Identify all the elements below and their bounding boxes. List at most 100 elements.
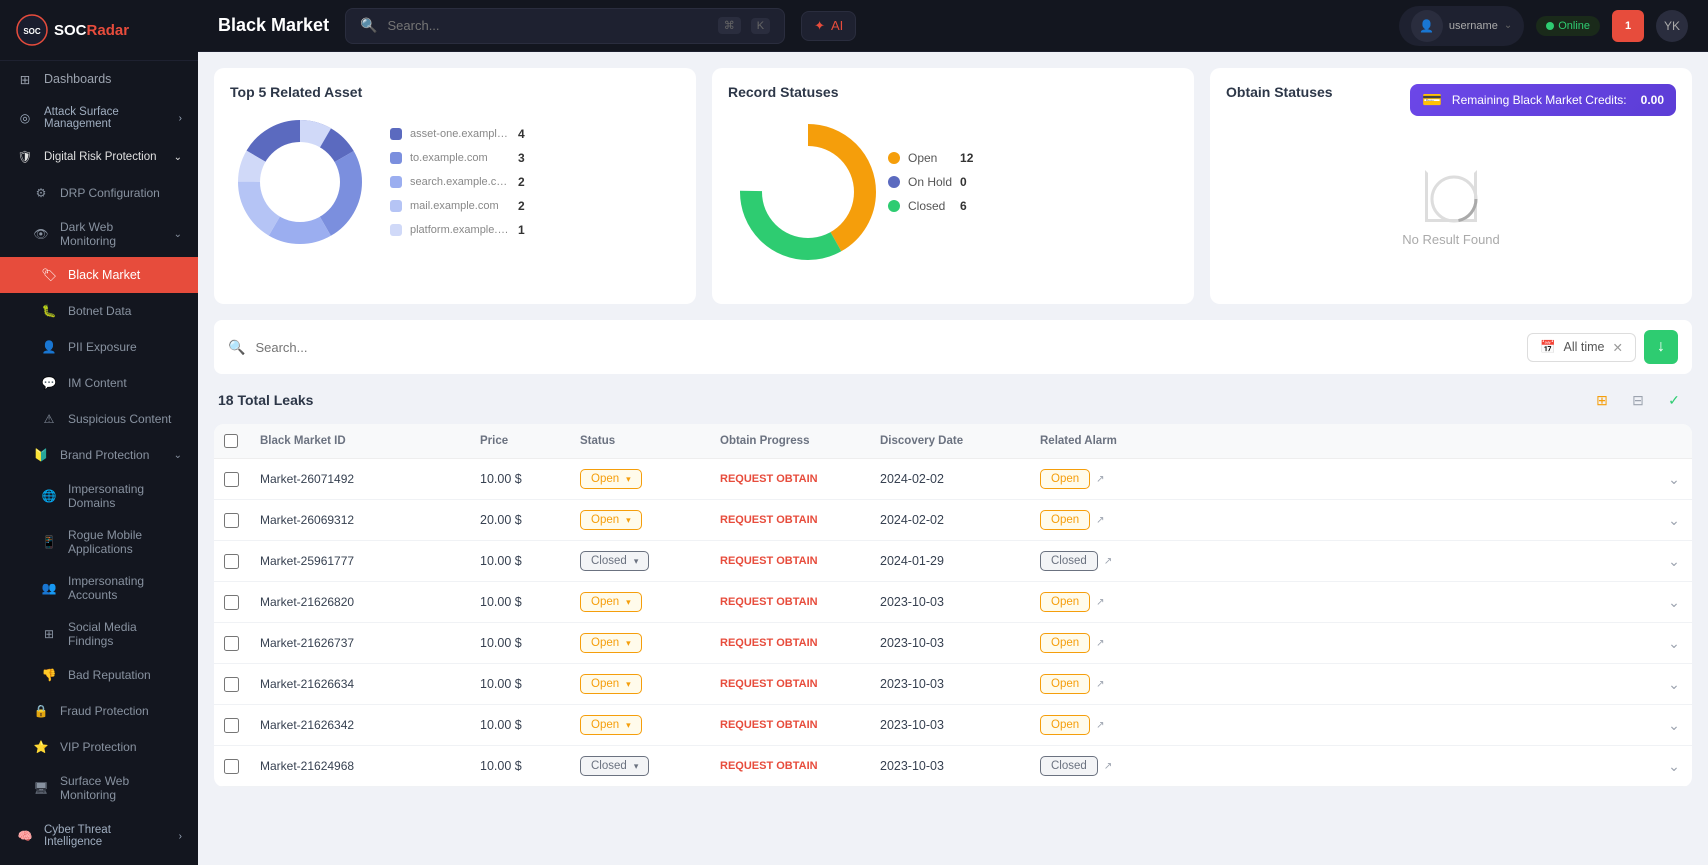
sidebar-item-brand-protection[interactable]: 🔰 Brand Protection ⌄ <box>0 437 198 473</box>
td-expand-2[interactable]: ⌄ <box>1656 553 1692 570</box>
td-alarm-6: Open ↗ <box>1030 715 1656 735</box>
sidebar-item-fraud-protection[interactable]: 🔒 Fraud Protection <box>0 693 198 729</box>
sidebar-item-cyber-threat[interactable]: 🧠 Cyber Threat Intelligence › <box>0 815 198 857</box>
sidebar-item-supply-chain[interactable]: ⛓ Supply Chain Intelligence <box>0 857 198 865</box>
user-avatar-2[interactable]: YK <box>1656 10 1688 42</box>
td-expand-0[interactable]: ⌄ <box>1656 471 1692 488</box>
global-search[interactable]: 🔍 ⌘ K <box>345 8 785 44</box>
logo-area: SOC SOCRadar <box>0 0 198 61</box>
alarm-badge-0[interactable]: Open <box>1040 469 1090 489</box>
td-expand-4[interactable]: ⌄ <box>1656 635 1692 652</box>
th-date: Discovery Date <box>870 434 1030 448</box>
td-obtain-5[interactable]: REQUEST OBTAIN <box>710 678 870 690</box>
row-checkbox-1[interactable] <box>224 513 239 528</box>
status-badge-4[interactable]: Open ▾ <box>580 633 642 653</box>
td-obtain-1[interactable]: REQUEST OBTAIN <box>710 514 870 526</box>
top5-chart-area: asset-one.example.com 4 to.example.com 3… <box>230 112 680 252</box>
td-obtain-0[interactable]: REQUEST OBTAIN <box>710 473 870 485</box>
row-checkbox-3[interactable] <box>224 595 239 610</box>
social-icon: ⊞ <box>40 625 58 643</box>
td-expand-6[interactable]: ⌄ <box>1656 717 1692 734</box>
alarm-link-5[interactable]: ↗ <box>1096 679 1104 690</box>
sidebar-item-digital-risk[interactable]: 🛡 Digital Risk Protection ⌄ <box>0 139 198 175</box>
status-badge-0[interactable]: Open ▾ <box>580 469 642 489</box>
sidebar-item-pii-exposure[interactable]: 👤 PII Exposure <box>0 329 198 365</box>
alarm-link-3[interactable]: ↗ <box>1096 597 1104 608</box>
status-badge-1[interactable]: Open ▾ <box>580 510 642 530</box>
view-btn-check[interactable]: ✓ <box>1660 386 1688 414</box>
time-filter[interactable]: 📅 All time ✕ <box>1527 333 1636 362</box>
clear-filter-icon[interactable]: ✕ <box>1613 340 1623 355</box>
th-obtain: Obtain Progress <box>710 434 870 448</box>
shield-icon: 🛡 <box>16 148 34 166</box>
sidebar-item-bad-reputation[interactable]: 👎 Bad Reputation <box>0 657 198 693</box>
td-expand-1[interactable]: ⌄ <box>1656 512 1692 529</box>
alarm-link-6[interactable]: ↗ <box>1096 720 1104 731</box>
alarm-link-0[interactable]: ↗ <box>1096 474 1104 485</box>
view-btn-grid[interactable]: ⊞ <box>1588 386 1616 414</box>
row-checkbox-4[interactable] <box>224 636 239 651</box>
tag-icon: 🏷 <box>40 266 58 284</box>
notification-button[interactable]: 1 <box>1612 10 1644 42</box>
alarm-badge-6[interactable]: Open <box>1040 715 1090 735</box>
td-date-7: 2023-10-03 <box>870 759 1030 773</box>
status-chevron-0: ▾ <box>626 474 631 485</box>
sidebar-item-impersonating-accounts[interactable]: 👥 Impersonating Accounts <box>0 565 198 611</box>
alarm-badge-5[interactable]: Open <box>1040 674 1090 694</box>
sidebar-item-im-content[interactable]: 💬 IM Content <box>0 365 198 401</box>
sidebar-item-impersonating-domains[interactable]: 🌐 Impersonating Domains <box>0 473 198 519</box>
sidebar-item-black-market[interactable]: 🏷 Black Market <box>0 257 198 293</box>
status-badge-7[interactable]: Closed ▾ <box>580 756 649 776</box>
td-alarm-2: Closed ↗ <box>1030 551 1656 571</box>
alarm-badge-3[interactable]: Open <box>1040 592 1090 612</box>
td-expand-3[interactable]: ⌄ <box>1656 594 1692 611</box>
alarm-badge-2[interactable]: Closed <box>1040 551 1098 571</box>
td-obtain-7[interactable]: REQUEST OBTAIN <box>710 760 870 772</box>
sidebar-item-drp-config[interactable]: ⚙ DRP Configuration <box>0 175 198 211</box>
top5-asset-card: Top 5 Related Asset <box>214 68 696 304</box>
status-badge-6[interactable]: Open ▾ <box>580 715 642 735</box>
td-expand-5[interactable]: ⌄ <box>1656 676 1692 693</box>
td-obtain-3[interactable]: REQUEST OBTAIN <box>710 596 870 608</box>
alarm-badge-4[interactable]: Open <box>1040 633 1090 653</box>
row-checkbox-7[interactable] <box>224 759 239 774</box>
td-alarm-7: Closed ↗ <box>1030 756 1656 776</box>
view-btn-list[interactable]: ⊟ <box>1624 386 1652 414</box>
row-checkbox-2[interactable] <box>224 554 239 569</box>
sidebar-item-dashboards[interactable]: ⊞ Dashboards <box>0 61 198 97</box>
row-checkbox-5[interactable] <box>224 677 239 692</box>
td-obtain-6[interactable]: REQUEST OBTAIN <box>710 719 870 731</box>
sidebar-item-botnet-data[interactable]: 🐛 Botnet Data <box>0 293 198 329</box>
row-checkbox-0[interactable] <box>224 472 239 487</box>
alarm-link-1[interactable]: ↗ <box>1096 515 1104 526</box>
status-badge-2[interactable]: Closed ▾ <box>580 551 649 571</box>
sidebar-item-rogue-mobile[interactable]: 📱 Rogue Mobile Applications <box>0 519 198 565</box>
sidebar-item-attack-surface[interactable]: ◎ Attack Surface Management › <box>0 97 198 139</box>
alarm-badge-1[interactable]: Open <box>1040 510 1090 530</box>
td-obtain-2[interactable]: REQUEST OBTAIN <box>710 555 870 567</box>
ai-button[interactable]: ✦ AI <box>801 11 856 41</box>
status-badge-5[interactable]: Open ▾ <box>580 674 642 694</box>
sidebar-item-surface-web[interactable]: 🖥 Surface Web Monitoring <box>0 765 198 811</box>
status-chevron-4: ▾ <box>626 638 631 649</box>
sidebar-item-social-media[interactable]: ⊞ Social Media Findings <box>0 611 198 657</box>
td-expand-7[interactable]: ⌄ <box>1656 758 1692 775</box>
alarm-link-4[interactable]: ↗ <box>1096 638 1104 649</box>
td-obtain-4[interactable]: REQUEST OBTAIN <box>710 637 870 649</box>
td-alarm-5: Open ↗ <box>1030 674 1656 694</box>
alarm-link-2[interactable]: ↗ <box>1104 556 1112 567</box>
status-badge-3[interactable]: Open ▾ <box>580 592 642 612</box>
export-button[interactable]: ↓ <box>1644 330 1678 364</box>
alarm-link-7[interactable]: ↗ <box>1104 761 1112 772</box>
alarm-badge-7[interactable]: Closed <box>1040 756 1098 776</box>
sidebar-item-suspicious-content[interactable]: ⚠ Suspicious Content <box>0 401 198 437</box>
td-date-6: 2023-10-03 <box>870 718 1030 732</box>
sidebar-item-dark-web[interactable]: 👁 Dark Web Monitoring ⌄ <box>0 211 198 257</box>
legend-item-4: platform.example.com 1 <box>390 223 538 237</box>
select-all-checkbox[interactable] <box>224 434 238 448</box>
row-checkbox-6[interactable] <box>224 718 239 733</box>
search-input[interactable] <box>388 18 708 33</box>
sidebar-item-vip-protection[interactable]: ⭐ VIP Protection <box>0 729 198 765</box>
record-legend-open: Open 12 <box>888 151 980 165</box>
table-search-input[interactable] <box>255 340 1517 355</box>
